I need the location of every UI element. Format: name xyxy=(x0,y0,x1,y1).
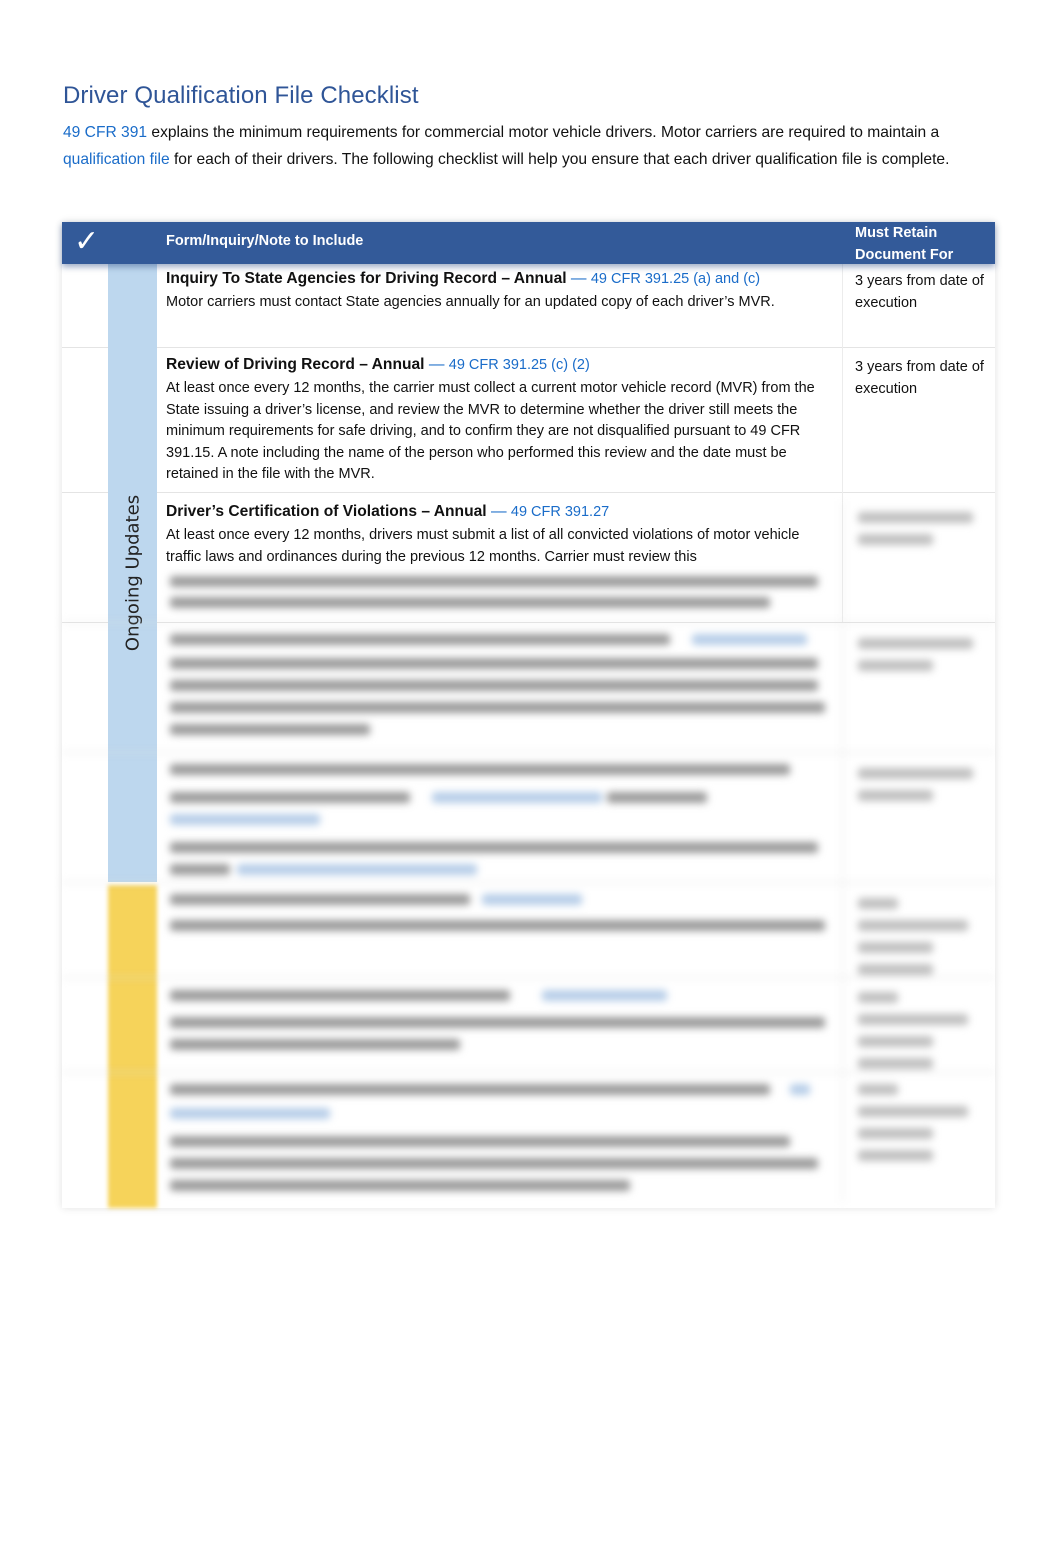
placeholder-line xyxy=(858,1058,933,1069)
item-separator: — xyxy=(424,356,449,373)
item-title: Inquiry To State Agencies for Driving Re… xyxy=(166,266,834,292)
checkbox-cell[interactable] xyxy=(62,264,109,347)
placeholder-line xyxy=(858,638,973,649)
placeholder-line xyxy=(858,790,933,801)
placeholder-line xyxy=(858,1036,933,1047)
form-column-header: Form/Inquiry/Note to Include xyxy=(166,233,364,249)
row-border xyxy=(62,622,995,623)
column-divider xyxy=(842,264,843,347)
item-separator: — xyxy=(566,270,591,287)
placeholder-line xyxy=(858,660,933,671)
placeholder-line xyxy=(237,864,477,875)
placeholder-line xyxy=(170,842,818,853)
cfr-391-link[interactable]: 49 CFR 391 xyxy=(63,124,147,141)
placeholder-line xyxy=(858,920,968,931)
placeholder-line xyxy=(692,634,807,645)
placeholder-line xyxy=(170,1108,330,1119)
table-header: ✓ Form/Inquiry/Note to Include Must Reta… xyxy=(62,222,995,264)
placeholder-line xyxy=(170,990,510,1001)
placeholder-line xyxy=(170,894,470,905)
item-cell: Review of Driving Record – Annual — 49 C… xyxy=(166,350,834,486)
placeholder-line xyxy=(858,992,898,1003)
intro-text-1: explains the minimum requirements for co… xyxy=(147,124,940,141)
placeholder-line xyxy=(170,658,818,669)
placeholder-line xyxy=(607,792,707,803)
retention-period: 3 years from date of execution xyxy=(855,273,984,311)
placeholder-line xyxy=(170,814,320,825)
placeholder-line xyxy=(858,942,933,953)
placeholder-line xyxy=(858,512,973,523)
placeholder-line xyxy=(170,864,230,875)
placeholder-line xyxy=(170,792,410,803)
placeholder-line xyxy=(858,1084,898,1095)
placeholder-line xyxy=(170,1136,790,1147)
item-title-text: Inquiry To State Agencies for Driving Re… xyxy=(166,270,567,287)
placeholder-line xyxy=(858,534,933,545)
item-title-text: Review of Driving Record – Annual xyxy=(166,356,425,373)
placeholder-line xyxy=(542,990,667,1001)
placeholder-line xyxy=(170,1084,770,1095)
placeholder-line xyxy=(170,764,790,775)
placeholder-line xyxy=(170,1039,460,1050)
retain-header-line-2: Document For xyxy=(855,247,954,263)
placeholder-line xyxy=(858,1014,968,1025)
placeholder-line xyxy=(858,1106,968,1117)
blurred-content xyxy=(62,502,995,1208)
regulation-link[interactable]: 49 CFR 391.25 (a) and (c) xyxy=(591,271,760,287)
placeholder-line xyxy=(790,1084,810,1095)
placeholder-line xyxy=(432,792,602,803)
item-cell: Driver’s Certification of Violations – A… xyxy=(166,497,834,568)
item-description: Motor carriers must contact State agenci… xyxy=(166,294,775,310)
intro-text-2: for each of their drivers. The following… xyxy=(169,150,950,168)
item-separator: — xyxy=(486,503,511,520)
placeholder-line xyxy=(858,768,973,779)
item-title-text: Driver’s Certification of Violations – A… xyxy=(166,503,487,520)
item-title: Review of Driving Record – Annual — 49 C… xyxy=(166,352,834,378)
checkbox-cell[interactable] xyxy=(62,347,109,492)
intro-paragraph: 49 CFR 391 explains the minimum requirem… xyxy=(63,120,993,173)
retention-period: 3 years from date of execution xyxy=(855,359,984,397)
regulation-link[interactable]: 49 CFR 391.27 xyxy=(511,504,609,520)
placeholder-line xyxy=(170,702,825,713)
placeholder-line xyxy=(482,894,582,905)
qualification-file-link[interactable]: qualification file xyxy=(63,151,170,168)
placeholder-line xyxy=(170,576,818,587)
placeholder-line xyxy=(170,1017,825,1028)
placeholder-line xyxy=(858,898,898,909)
column-divider xyxy=(842,502,843,1202)
row-border xyxy=(62,1072,995,1073)
row-border xyxy=(62,882,995,883)
table-row: Review of Driving Record – Annual — 49 C… xyxy=(62,347,995,493)
placeholder-line xyxy=(858,964,933,975)
checkmark-icon: ✓ xyxy=(74,225,100,258)
table-row: Inquiry To State Agencies for Driving Re… xyxy=(62,264,995,348)
page-title: Driver Qualification File Checklist xyxy=(63,82,419,109)
item-title: Driver’s Certification of Violations – A… xyxy=(166,499,834,525)
checklist-table: ✓ Form/Inquiry/Note to Include Must Reta… xyxy=(62,222,995,1208)
item-description: At least once every 12 months, the carri… xyxy=(166,380,815,482)
row-border xyxy=(62,977,995,978)
regulation-link[interactable]: 49 CFR 391.25 (c) (2) xyxy=(449,357,590,373)
placeholder-line xyxy=(170,680,818,691)
retain-header-line-1: Must Retain xyxy=(855,225,938,241)
placeholder-line xyxy=(170,597,770,608)
retain-column-header: Must Retain Document For xyxy=(855,222,953,266)
row-border xyxy=(62,752,995,753)
placeholder-line xyxy=(858,1150,933,1161)
item-cell: Inquiry To State Agencies for Driving Re… xyxy=(166,264,834,314)
placeholder-line xyxy=(170,1180,630,1191)
column-divider xyxy=(842,347,843,492)
placeholder-line xyxy=(170,920,825,931)
placeholder-line xyxy=(170,634,670,645)
placeholder-line xyxy=(170,1158,818,1169)
placeholder-line xyxy=(170,724,370,735)
placeholder-line xyxy=(858,1128,933,1139)
